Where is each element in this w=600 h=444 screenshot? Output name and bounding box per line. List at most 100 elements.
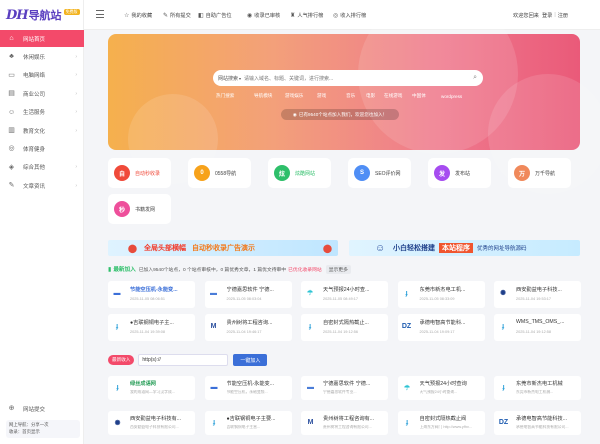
hot-keyword[interactable]: 游戏 [317, 92, 326, 100]
site-logo[interactable]: DH 导航站 免费版 [6, 7, 82, 23]
search-icon[interactable]: ⌕ [473, 74, 477, 82]
site-logo-icon: ɟ [116, 384, 119, 391]
quick-card-2[interactable]: 炫炫酷网站 [268, 158, 331, 188]
site-desc: 承德电智高节能科技有限公司... [516, 425, 569, 429]
site-card[interactable]: ✺ 西安勤益电子科技... 2025-11-04 19:53:17 [494, 281, 581, 308]
sidebar-item-label: 网站提交 [23, 406, 46, 413]
topbar-link-2[interactable]: ◧ 自助广告位 [198, 9, 232, 21]
hot-keyword[interactable]: 中国体 [412, 92, 426, 100]
url-tag: 最新收入 [108, 355, 135, 365]
sidebar-item-0[interactable]: ⌂ 网站首页 [0, 30, 84, 47]
url-input[interactable]: http(s):// [138, 354, 229, 366]
hot-keyword[interactable]: 在线游戏 [384, 92, 402, 100]
sidebar-item-2[interactable]: ▭ 电脑网络 › [0, 67, 84, 84]
topbar-link-label: 自助广告位 [205, 12, 232, 19]
site-card[interactable]: ɟ WMS_TMS_OMS_... 2025-11-04 19:12:58 [494, 314, 581, 341]
notice-text: 已有9540个站点加入我们，欢迎您也加入！ [298, 111, 388, 117]
site-card[interactable]: ▬ 节能空压机-永能变... 节能空压机，永磁变频... [204, 376, 292, 400]
site-card[interactable]: ɟ 东莞市新杰电工机... 2025-11-05 08:33:09 [397, 281, 485, 308]
quick-card-1[interactable]: 0 0558导航 [188, 158, 251, 188]
site-name: 天气预报24小时查询 [419, 381, 467, 387]
site-name: 东莞市新杰电工机械 [516, 381, 563, 387]
stats-title: 最新加入 [113, 267, 136, 273]
hot-search-label: 热门搜索 [216, 93, 235, 98]
sidebar-item-8[interactable]: ✎ 文章资讯 › [0, 177, 84, 194]
search-box[interactable]: 网站搜索 ▾ 请输入域名、标题、关键词，进行搜索... ⌕ [213, 70, 483, 86]
banner-text: 本站程序 [439, 243, 473, 253]
site-logo-icon: ɟ [405, 289, 408, 297]
hot-keyword[interactable]: wordpress [441, 92, 462, 100]
quick-add-button[interactable]: 一键加入 [233, 354, 268, 366]
quick-card-0[interactable]: 自自动秒收录 [108, 158, 171, 188]
site-desc: 天气预报24小时查询... [419, 390, 458, 394]
site-date: 2025-11-04 19:53:17 [516, 297, 551, 301]
topbar-link-3[interactable]: ◉ 收录已审核 [247, 9, 280, 21]
quick-card-5[interactable]: 万万千导航 [508, 158, 571, 188]
menu-toggle-icon[interactable] [96, 10, 104, 18]
site-name: 西安勤益电子科技... [516, 287, 562, 293]
quick-card-3[interactable]: S SEO评价网 [348, 158, 411, 188]
hot-keyword[interactable]: 游戏娱乐 [285, 92, 303, 100]
site-card[interactable]: ☂ 天气预报24小时查询 天气预报24小时查询... [397, 376, 485, 400]
site-card[interactable]: ɟ ●吉联钢铜电子主... 2025-11-04 19:39:08 [108, 314, 195, 341]
sidebar-item-1[interactable]: ♣ 休闲娱乐 › [0, 48, 84, 65]
topbar-link-label: 我的收藏 [131, 12, 153, 19]
hot-keyword[interactable]: 音乐 [346, 92, 355, 100]
topbar-link-4[interactable]: ♜ 人气排行榜 [290, 9, 323, 21]
sidebar-item-7[interactable]: ◈ 综合其他 › [0, 159, 84, 176]
sidebar-item-5[interactable]: ▥ 教育文化 › [0, 122, 84, 139]
sidebar-item-6[interactable]: ◎ 体育健身 [0, 140, 84, 157]
hot-keyword[interactable]: 电影 [366, 92, 375, 100]
register-link[interactable]: 注册 [558, 12, 568, 19]
person-icon: ☺ [375, 242, 386, 254]
site-card[interactable]: ▬ 宁德嘉思软件 宁德... 2025-11-05 08:03:04 [204, 281, 292, 308]
ad-banner-right[interactable]: ☺ 小白轻松搭建 本站程序 优秀的网址导航源码 [349, 240, 580, 256]
topbar-icon: ☆ [124, 12, 130, 19]
site-card[interactable]: DZ 承德电智高节能科技... 承德电智高节能科技有限公司... [494, 411, 581, 435]
topbar-link-5[interactable]: ◎ 收入排行榜 [333, 9, 366, 21]
site-logo-icon: ☂ [306, 290, 314, 297]
site-date: 2025-11-04 19:12:58 [516, 330, 551, 334]
sidebar-item-3[interactable]: ▤ 商业公司 › [0, 85, 84, 102]
site-logo-icon: DZ [401, 322, 412, 330]
login-link[interactable]: 登录 [542, 12, 552, 19]
site-desc: 我的成语网—学习汉字成... [130, 390, 175, 394]
site-logo-icon: ɟ [115, 322, 119, 330]
sidebar: DH 导航站 免费版 ⊕ 网站提交 网上导航：分享一次 收录：首页显示 ⌂ 网站首… [0, 0, 84, 444]
topbar-link-0[interactable]: ☆ 我的收藏 [124, 9, 152, 21]
quick-card-6[interactable]: 秒书籍发网 [108, 194, 171, 224]
topbar-link-1[interactable]: ✎ 所有提交 [163, 9, 191, 21]
site-card[interactable]: DZ 承德电智高节能科... 2025-11-04 19:09:17 [397, 314, 485, 341]
site-card[interactable]: ✺ 西安勤益电子科技有... 西安勤益电子科技有限公司... [108, 411, 195, 435]
search-input[interactable]: 请输入域名、标题、关键词，进行搜索... [244, 75, 333, 82]
site-card[interactable]: ɟ 东莞市新杰电工机械 东莞市新杰电工机械... [494, 376, 581, 400]
site-card[interactable]: ▬ 节能空压机-永能变... 2025-11-05 08:06:51 [108, 281, 195, 308]
site-card[interactable]: ɟ 绿丝成语网 我的成语网—学习汉字成... [108, 376, 195, 400]
site-card[interactable]: ɟ 自密封式隔热截止... 2025-11-04 19:12:56 [301, 314, 388, 341]
building-icon: ▤ [8, 90, 15, 98]
site-card[interactable]: M 贵州树将工程咨询... 2025-11-04 19:46:17 [204, 314, 292, 341]
site-card[interactable]: M 贵州树将工程咨询有... 贵州树将工程咨询有限公司... [301, 411, 388, 435]
site-desc: 宁德嘉思软件专业... [323, 390, 357, 394]
site-card[interactable]: ▬ 宁德嘉思软件 宁德... 宁德嘉思软件专业... [301, 376, 388, 400]
quick-card-4[interactable]: 发发布站 [428, 158, 491, 188]
search-category-select[interactable]: 网站搜索 [218, 75, 238, 82]
site-date: 2025-11-05 08:33:09 [419, 297, 455, 301]
chart-icon: ▮ [108, 266, 112, 273]
site-card[interactable]: ɟ ●吉联钢铜电子主要... 吉联钢铜电子主营... [204, 411, 292, 435]
ad-banner-left[interactable]: ⬤ 全局头部横幅 自动秒收录广告演示 ⬤ [108, 240, 338, 256]
sidebar-item-4[interactable]: ☺ 生活服务 › [0, 104, 84, 121]
sidebar-item-submit[interactable]: ⊕ 网站提交 [0, 400, 84, 417]
site-name: 节能空压机-永能变... [130, 287, 178, 293]
site-card[interactable]: ☂ 天气预报24小时查... 2025-11-05 08:49:17 [301, 281, 388, 308]
site-desc: 东莞市新杰电工机械... [516, 390, 554, 394]
hot-keyword[interactable]: 导航模块 [254, 92, 272, 100]
site-name: 贵州树将工程咨询... [226, 320, 273, 326]
chevron-right-icon: › [75, 127, 77, 134]
show-more-tag[interactable]: 显示更多 [325, 264, 351, 274]
site-card[interactable]: ɟ 自密封式隔热截止阀 上海东方阀门 http://www.yfhv... [397, 411, 485, 435]
banner-text: 小白轻松搭建 [393, 245, 435, 252]
life-icon: ☺ [8, 108, 16, 116]
site-desc: 节能空压机，永磁变频... [226, 390, 268, 394]
quick-card-icon: 发 [434, 165, 450, 181]
